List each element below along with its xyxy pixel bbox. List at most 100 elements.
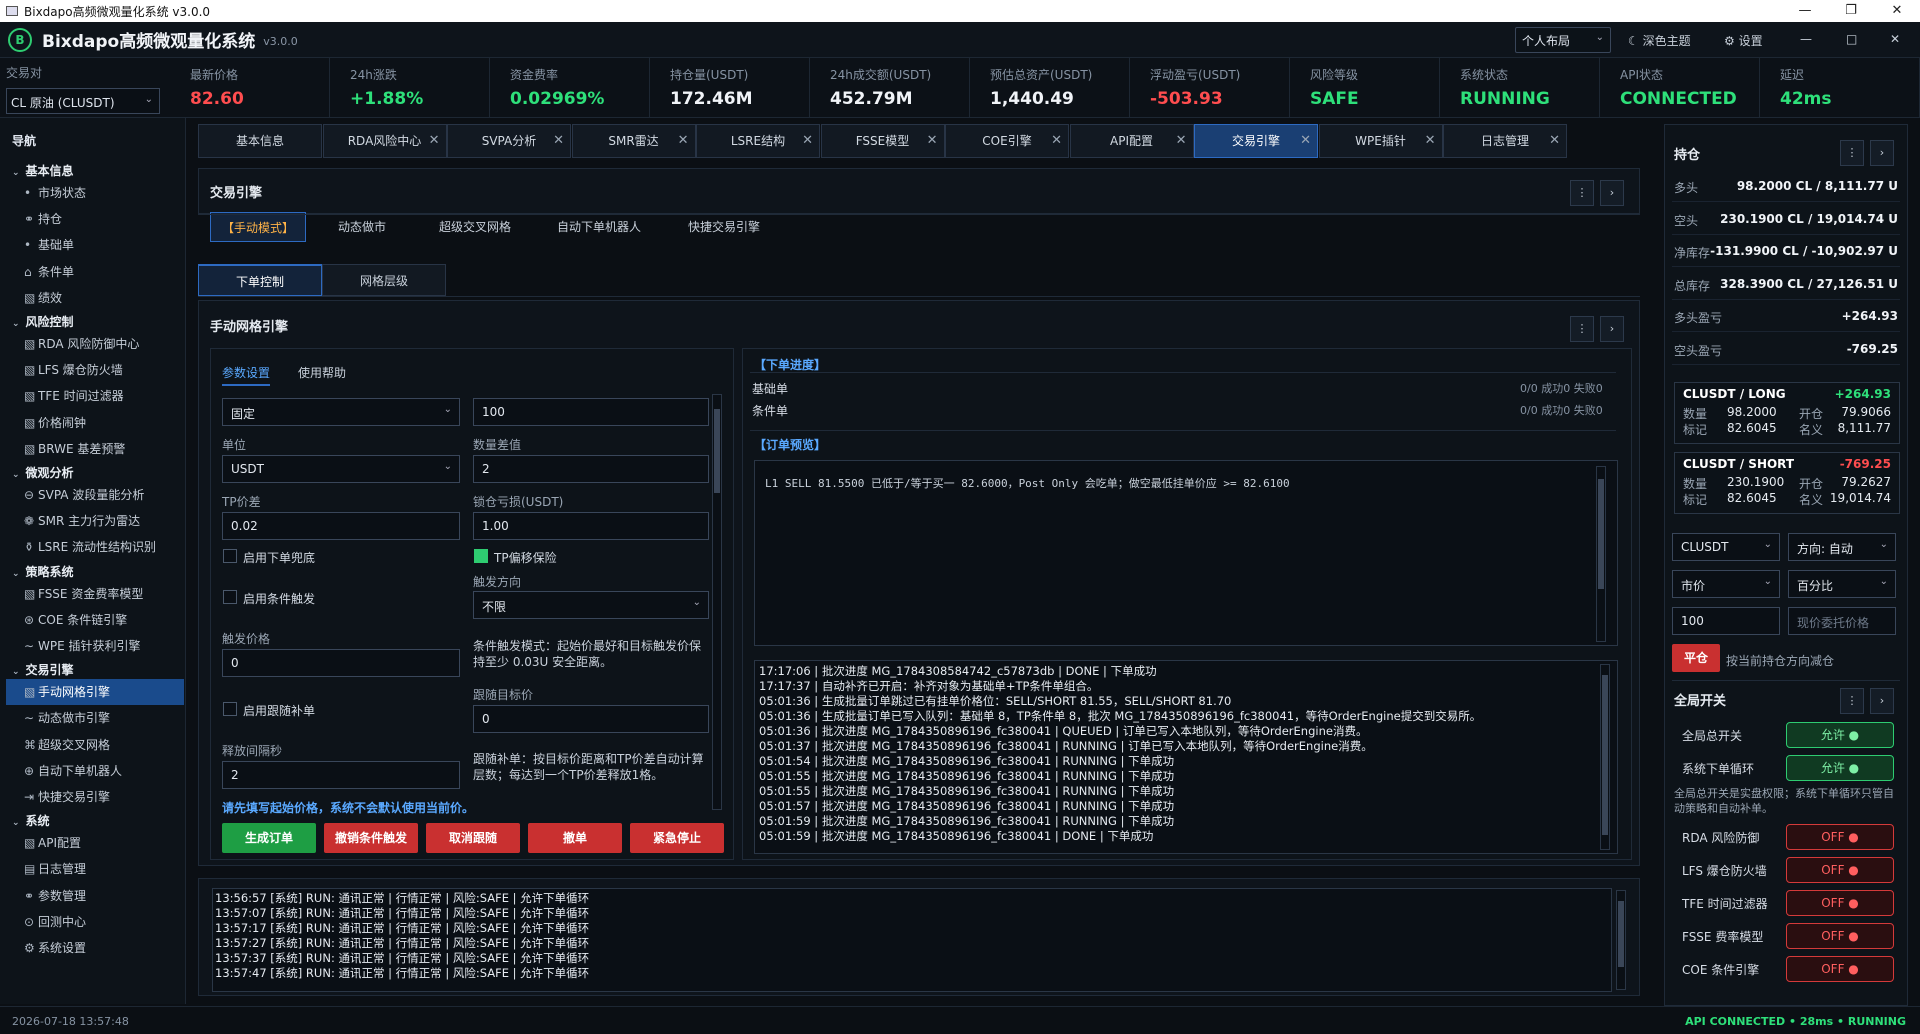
- unit-select[interactable]: USDT ⌄: [222, 455, 460, 483]
- switches-expand-button[interactable]: ›: [1870, 688, 1894, 714]
- module-switch-toggle[interactable]: OFF ●: [1786, 890, 1894, 916]
- grid-action-button-0[interactable]: 生成订单: [222, 823, 316, 853]
- pair-select[interactable]: CL 原油 (CLUSDT) ⌄: [6, 88, 160, 114]
- close-icon[interactable]: ✕: [1176, 125, 1187, 157]
- module-switch-toggle[interactable]: OFF ●: [1786, 956, 1894, 982]
- sidebar-item[interactable]: ∼ WPE 插针获利引擎: [6, 633, 184, 659]
- app-close-button[interactable]: ✕: [1890, 32, 1900, 46]
- order-type-select[interactable]: 市价 ⌄: [1672, 570, 1780, 598]
- position-card[interactable]: CLUSDT / LONG +264.93 数量 98.2000 开仓 79.9066 标记…: [1674, 382, 1900, 444]
- tab-4[interactable]: LSRE结构 ✕: [696, 124, 820, 158]
- positions-more-button[interactable]: ⋮: [1840, 140, 1864, 166]
- sidebar-group-0[interactable]: ⌄ 基本信息: [12, 162, 74, 179]
- tab-1[interactable]: RDA风险中心 ✕: [322, 124, 447, 158]
- sidebar-item[interactable]: ⊕ 自动下单机器人: [6, 758, 184, 784]
- batch-log-scrollbar[interactable]: [1600, 664, 1610, 850]
- grid-action-button-2[interactable]: 取消跟随: [426, 823, 520, 853]
- tab-2[interactable]: SVPA分析 ✕: [447, 124, 571, 158]
- sidebar-group-4[interactable]: ⌄ 交易引擎: [12, 661, 74, 678]
- window-close-button[interactable]: ✕: [1874, 0, 1920, 22]
- sidebar-item[interactable]: ⌂ 条件单: [6, 259, 184, 285]
- close-icon[interactable]: ✕: [1549, 125, 1560, 157]
- grid-mode-select[interactable]: 固定 ⌄: [222, 398, 460, 426]
- scroll-thumb[interactable]: [1598, 479, 1604, 589]
- start-value-input[interactable]: 100: [473, 398, 709, 426]
- lock-loss-input[interactable]: 1.00: [473, 512, 709, 540]
- tab-6[interactable]: COE引擎 ✕: [945, 124, 1069, 158]
- sidebar-item[interactable]: ❁ SMR 主力行为雷达: [6, 508, 184, 534]
- positions-expand-button[interactable]: ›: [1870, 140, 1894, 166]
- close-qty-input[interactable]: 100: [1672, 607, 1780, 635]
- sidebar-item[interactable]: ▧ API配置: [6, 830, 184, 856]
- grid-more-button[interactable]: ⋮: [1570, 316, 1594, 342]
- sidebar-item[interactable]: ▧ BRWE 基差预警: [6, 436, 184, 462]
- switch-toggle[interactable]: 允许 ●: [1786, 755, 1894, 781]
- module-switch-toggle[interactable]: OFF ●: [1786, 824, 1894, 850]
- sidebar-group-5[interactable]: ⌄ 系统: [12, 812, 50, 829]
- condition-trigger-checkbox[interactable]: [223, 590, 237, 604]
- close-position-button[interactable]: 平仓: [1672, 644, 1720, 672]
- bottom-fallback-checkbox[interactable]: [223, 549, 237, 563]
- sidebar-item[interactable]: ∼ 动态做市引擎: [6, 705, 184, 731]
- direction-select[interactable]: 方向: 自动 ⌄: [1788, 533, 1896, 561]
- grid-action-button-4[interactable]: 紧急停止: [630, 823, 724, 853]
- settings-button[interactable]: ⚙ 设置: [1724, 32, 1763, 49]
- close-icon[interactable]: ✕: [1051, 125, 1062, 157]
- tab-3[interactable]: SMR雷达 ✕: [571, 124, 696, 158]
- follow-order-checkbox[interactable]: [223, 702, 237, 716]
- close-icon[interactable]: ✕: [1425, 125, 1436, 157]
- param-settings-tab[interactable]: 参数设置: [222, 364, 271, 386]
- sidebar-item[interactable]: ▧ 绩效: [6, 285, 184, 311]
- sidebar-item[interactable]: ⊖ SVPA 波段量能分析: [6, 482, 184, 508]
- tab-8[interactable]: 交易引擎 ✕: [1194, 124, 1318, 158]
- layout-select[interactable]: 个人布局 ⌄: [1515, 27, 1611, 53]
- tab-7[interactable]: API配置 ✕: [1069, 124, 1194, 158]
- scroll-thumb[interactable]: [1618, 901, 1624, 967]
- sidebar-item[interactable]: ⚭ 参数管理: [6, 883, 184, 909]
- trigger-direction-select[interactable]: 不限 ⌄: [473, 591, 709, 619]
- follow-target-input[interactable]: 0: [473, 705, 709, 733]
- engine-more-button[interactable]: ⋮: [1570, 180, 1594, 206]
- scroll-thumb[interactable]: [714, 409, 720, 493]
- mode-tab-0[interactable]: 【手动模式】: [210, 212, 306, 242]
- subtab-0[interactable]: 下单控制: [198, 264, 322, 296]
- sidebar-item[interactable]: ⌘ 超级交叉网格: [6, 732, 184, 758]
- sidebar-item[interactable]: ⊛ COE 条件链引擎: [6, 607, 184, 633]
- switch-toggle[interactable]: 允许 ●: [1786, 722, 1894, 748]
- params-scrollbar[interactable]: [712, 394, 722, 810]
- close-icon[interactable]: ✕: [927, 125, 938, 157]
- close-icon[interactable]: ✕: [429, 125, 440, 157]
- tp-offset-checkbox[interactable]: [474, 549, 488, 563]
- module-switch-toggle[interactable]: OFF ●: [1786, 857, 1894, 883]
- preview-scrollbar[interactable]: [1596, 466, 1606, 642]
- mode-tab-2[interactable]: 超级交叉网格: [420, 212, 530, 242]
- module-switch-toggle[interactable]: OFF ●: [1786, 923, 1894, 949]
- grid-expand-button[interactable]: ›: [1600, 316, 1624, 342]
- close-icon[interactable]: ✕: [1300, 125, 1311, 157]
- sidebar-item[interactable]: ▧ 手动网格引擎: [6, 679, 184, 706]
- release-interval-input[interactable]: 2: [222, 761, 460, 789]
- system-log-scrollbar[interactable]: [1616, 890, 1626, 990]
- sidebar-item[interactable]: ▧ RDA 风险防御中心: [6, 331, 184, 357]
- tab-10[interactable]: 日志管理 ✕: [1443, 124, 1567, 158]
- theme-button[interactable]: ☾ 深色主题: [1628, 32, 1691, 49]
- position-card[interactable]: CLUSDT / SHORT -769.25 数量 230.1900 开仓 79.2627…: [1674, 452, 1900, 514]
- tab-0[interactable]: 基本信息: [198, 124, 322, 158]
- grid-action-button-3[interactable]: 撤单: [528, 823, 622, 853]
- app-minimize-button[interactable]: —: [1800, 32, 1812, 46]
- trigger-price-input[interactable]: 0: [222, 649, 460, 677]
- engine-expand-button[interactable]: ›: [1600, 180, 1624, 206]
- app-maximize-button[interactable]: □: [1846, 32, 1857, 46]
- sidebar-item[interactable]: ▤ 日志管理: [6, 856, 184, 882]
- qty-diff-input[interactable]: 2: [473, 455, 709, 483]
- sidebar-group-2[interactable]: ⌄ 微观分析: [12, 464, 74, 481]
- sidebar-item[interactable]: • 市场状态: [6, 180, 184, 206]
- tab-5[interactable]: FSSE模型 ✕: [820, 124, 945, 158]
- mode-tab-4[interactable]: 快捷交易引擎: [668, 212, 780, 242]
- close-icon[interactable]: ✕: [678, 125, 689, 157]
- close-icon[interactable]: ✕: [802, 125, 813, 157]
- tp-input[interactable]: 0.02: [222, 512, 460, 540]
- sidebar-item[interactable]: ▧ TFE 时间过滤器: [6, 383, 184, 409]
- help-tab[interactable]: 使用帮助: [298, 364, 346, 381]
- sidebar-item[interactable]: ⚭ 持仓: [6, 206, 184, 232]
